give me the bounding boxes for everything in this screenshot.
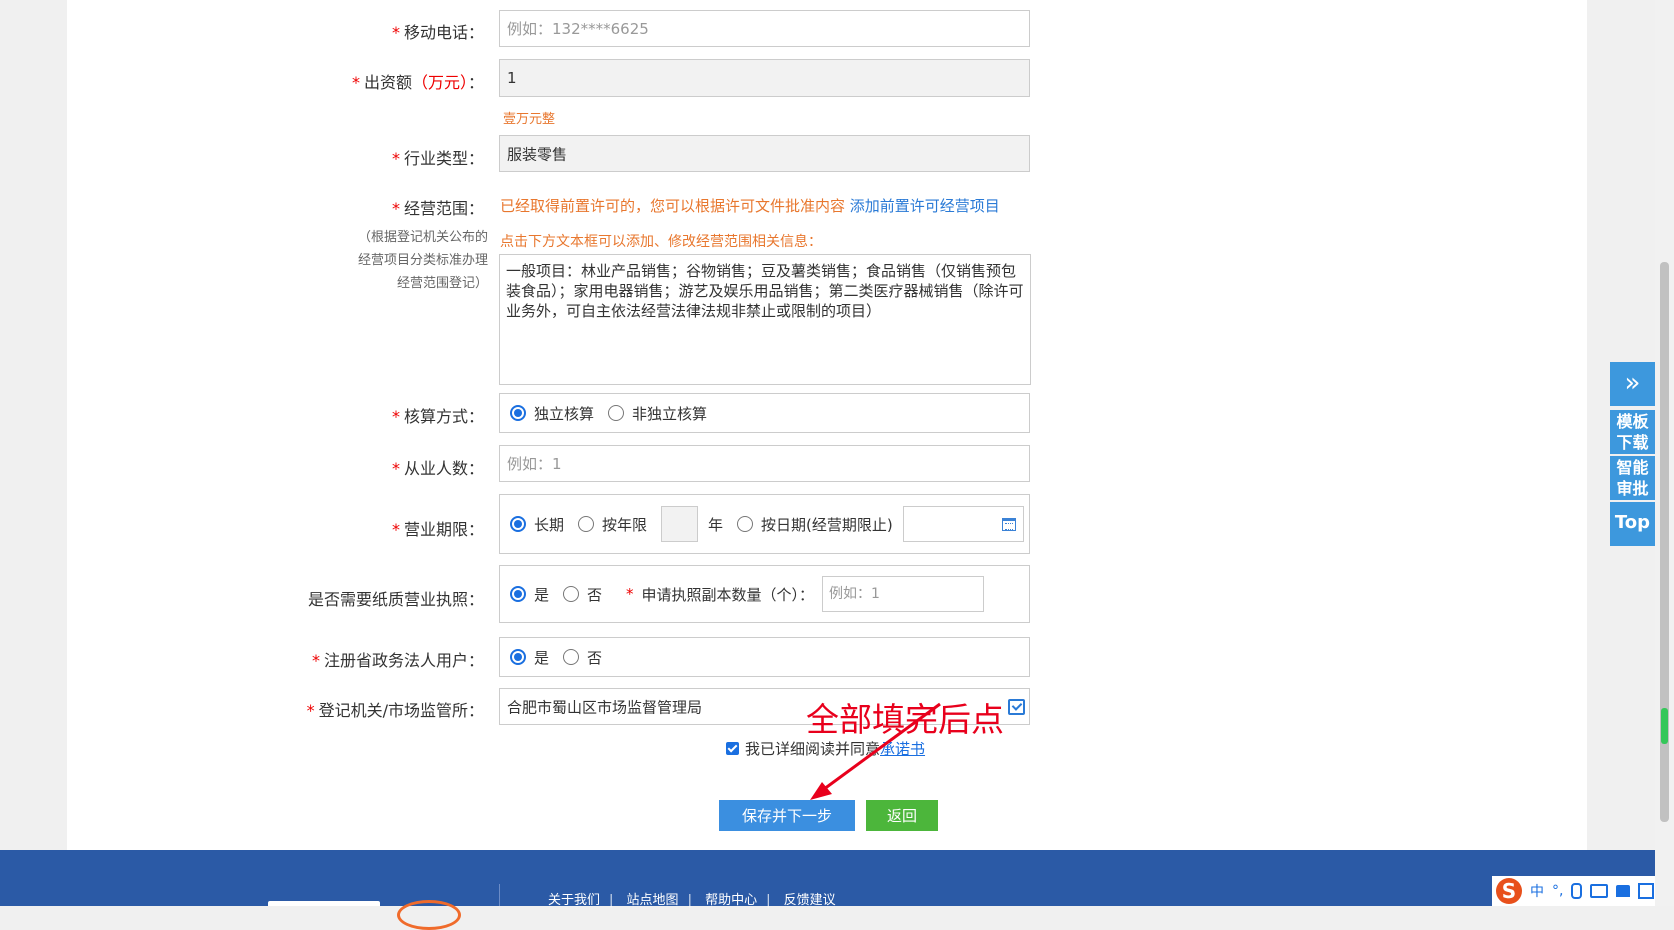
accounting-non-independent-label: 非独立核算 (632, 404, 708, 423)
term-year-unit: 年 (708, 515, 724, 534)
accounting-field: 独立核算 非独立核算 (499, 393, 1030, 433)
sidebar-smart-approval[interactable]: 智能审批 (1610, 456, 1655, 500)
authority-label: * 登记机关/市场监管所： (306, 701, 484, 720)
ime-punct[interactable]: °, (1552, 883, 1563, 899)
sogou-logo-icon[interactable]: S (1496, 878, 1522, 904)
scope-textarea[interactable]: 一般项目：林业产品销售；谷物销售；豆及薯类销售；食品销售（仅销售预包装食品）；家… (499, 254, 1031, 385)
save-next-button[interactable]: 保存并下一步 (719, 800, 855, 831)
scope-hint-2: 点击下方文本框可以添加、修改经营范围相关信息： (500, 234, 822, 250)
sidebar-top-button[interactable]: Top (1610, 502, 1655, 546)
scope-note: （根据登记机关公布的经营项目分类标准办理经营范围登记） (357, 230, 488, 291)
capital-value: 1 (507, 69, 517, 87)
gov-user-field: 是 否 (499, 637, 1030, 677)
employees-field[interactable] (499, 445, 1030, 482)
employees-label: * 从业人数： (391, 459, 484, 478)
back-button[interactable]: 返回 (866, 800, 938, 831)
footer-logo (268, 901, 380, 906)
scope-hint-text: 已经取得前置许可的，您可以根据许可文件批准内容 (500, 197, 846, 215)
select-authority-icon[interactable] (1008, 699, 1025, 715)
term-label: * 营业期限： (391, 520, 484, 539)
capital-label: * 出资额（万元）： (351, 73, 484, 92)
paper-license-yes-label: 是 (534, 585, 550, 604)
copies-required-mark: * (626, 585, 634, 603)
skin-icon[interactable] (1616, 885, 1631, 897)
calendar-icon[interactable] (1001, 518, 1016, 531)
term-date-radio[interactable] (737, 516, 754, 532)
industry-field[interactable]: 服装零售 (499, 135, 1030, 172)
term-year-radio[interactable] (578, 516, 595, 532)
mobile-label: * 移动电话： (391, 23, 484, 42)
mobile-field[interactable] (499, 10, 1030, 47)
mobile-input[interactable] (500, 11, 1029, 46)
term-date-label: 按日期(经营期限止) (761, 515, 893, 534)
ime-lang[interactable]: 中 (1530, 881, 1544, 901)
footer-links: 关于我们 | 站点地图 | 帮助中心 | 反馈建议 (548, 893, 836, 908)
gov-user-yes-label: 是 (534, 648, 550, 667)
footer-emblem (397, 900, 461, 930)
toolbox-icon[interactable] (1638, 883, 1655, 899)
industry-label: * 行业类型： (391, 149, 484, 168)
gov-user-no-label: 否 (587, 648, 603, 667)
term-date-input[interactable] (902, 506, 1024, 542)
capital-field[interactable]: 1 (499, 59, 1030, 97)
gov-user-label: * 注册省政务法人用户： (311, 651, 484, 670)
ime-toolbar: S 中 °, (1492, 876, 1659, 906)
annotation-arrow (810, 702, 941, 800)
industry-value: 服装零售 (507, 145, 568, 163)
microphone-icon[interactable] (1571, 883, 1583, 899)
scope-hint: 已经取得前置许可的，您可以根据许可文件批准内容 添加前置许可经营项目 (500, 195, 1000, 216)
sidebar-template-download[interactable]: 模板下载 (1610, 410, 1655, 454)
paper-license-no-label: 否 (587, 585, 603, 604)
paper-license-label: 是否需要纸质营业执照： (307, 590, 484, 609)
capital-hint: 壹万元整 (503, 112, 556, 127)
term-field: 长期 按年限 年 按日期(经营期限止) (499, 494, 1030, 554)
authority-value: 合肥市蜀山区市场监督管理局 (507, 698, 703, 716)
paper-license-yes-radio[interactable] (510, 586, 526, 602)
add-permit-link[interactable]: 添加前置许可经营项目 (850, 197, 1000, 215)
copies-label: 申请执照副本数量（个）： (641, 585, 815, 604)
scope-label: * 经营范围： (391, 199, 484, 218)
paper-license-field: 是 否 * 申请执照副本数量（个）： 例如：1 (499, 565, 1030, 623)
accounting-label: * 核算方式： (391, 407, 484, 426)
scroll-indicator (1661, 708, 1668, 744)
accounting-independent-radio[interactable] (510, 405, 526, 421)
sidebar-expand-icon[interactable]: » (1610, 362, 1655, 406)
page-scrollbar[interactable] (1655, 0, 1674, 906)
footer: 关于我们 | 站点地图 | 帮助中心 | 反馈建议 (0, 850, 1655, 930)
term-years-input[interactable] (661, 506, 699, 542)
term-year-label: 按年限 (602, 515, 648, 534)
gov-user-yes-radio[interactable] (510, 649, 526, 665)
copies-input[interactable]: 例如：1 (822, 576, 985, 612)
term-long-radio[interactable] (510, 516, 526, 532)
employees-input[interactable] (500, 446, 1029, 481)
keyboard-icon[interactable] (1590, 884, 1609, 898)
accounting-non-independent-radio[interactable] (608, 405, 625, 421)
accounting-independent-label: 独立核算 (534, 404, 595, 423)
agree-checkbox[interactable] (726, 742, 739, 755)
term-long-label: 长期 (534, 515, 565, 534)
gov-user-no-radio[interactable] (563, 649, 580, 665)
footer-divider (499, 884, 500, 906)
paper-license-no-radio[interactable] (563, 586, 580, 602)
